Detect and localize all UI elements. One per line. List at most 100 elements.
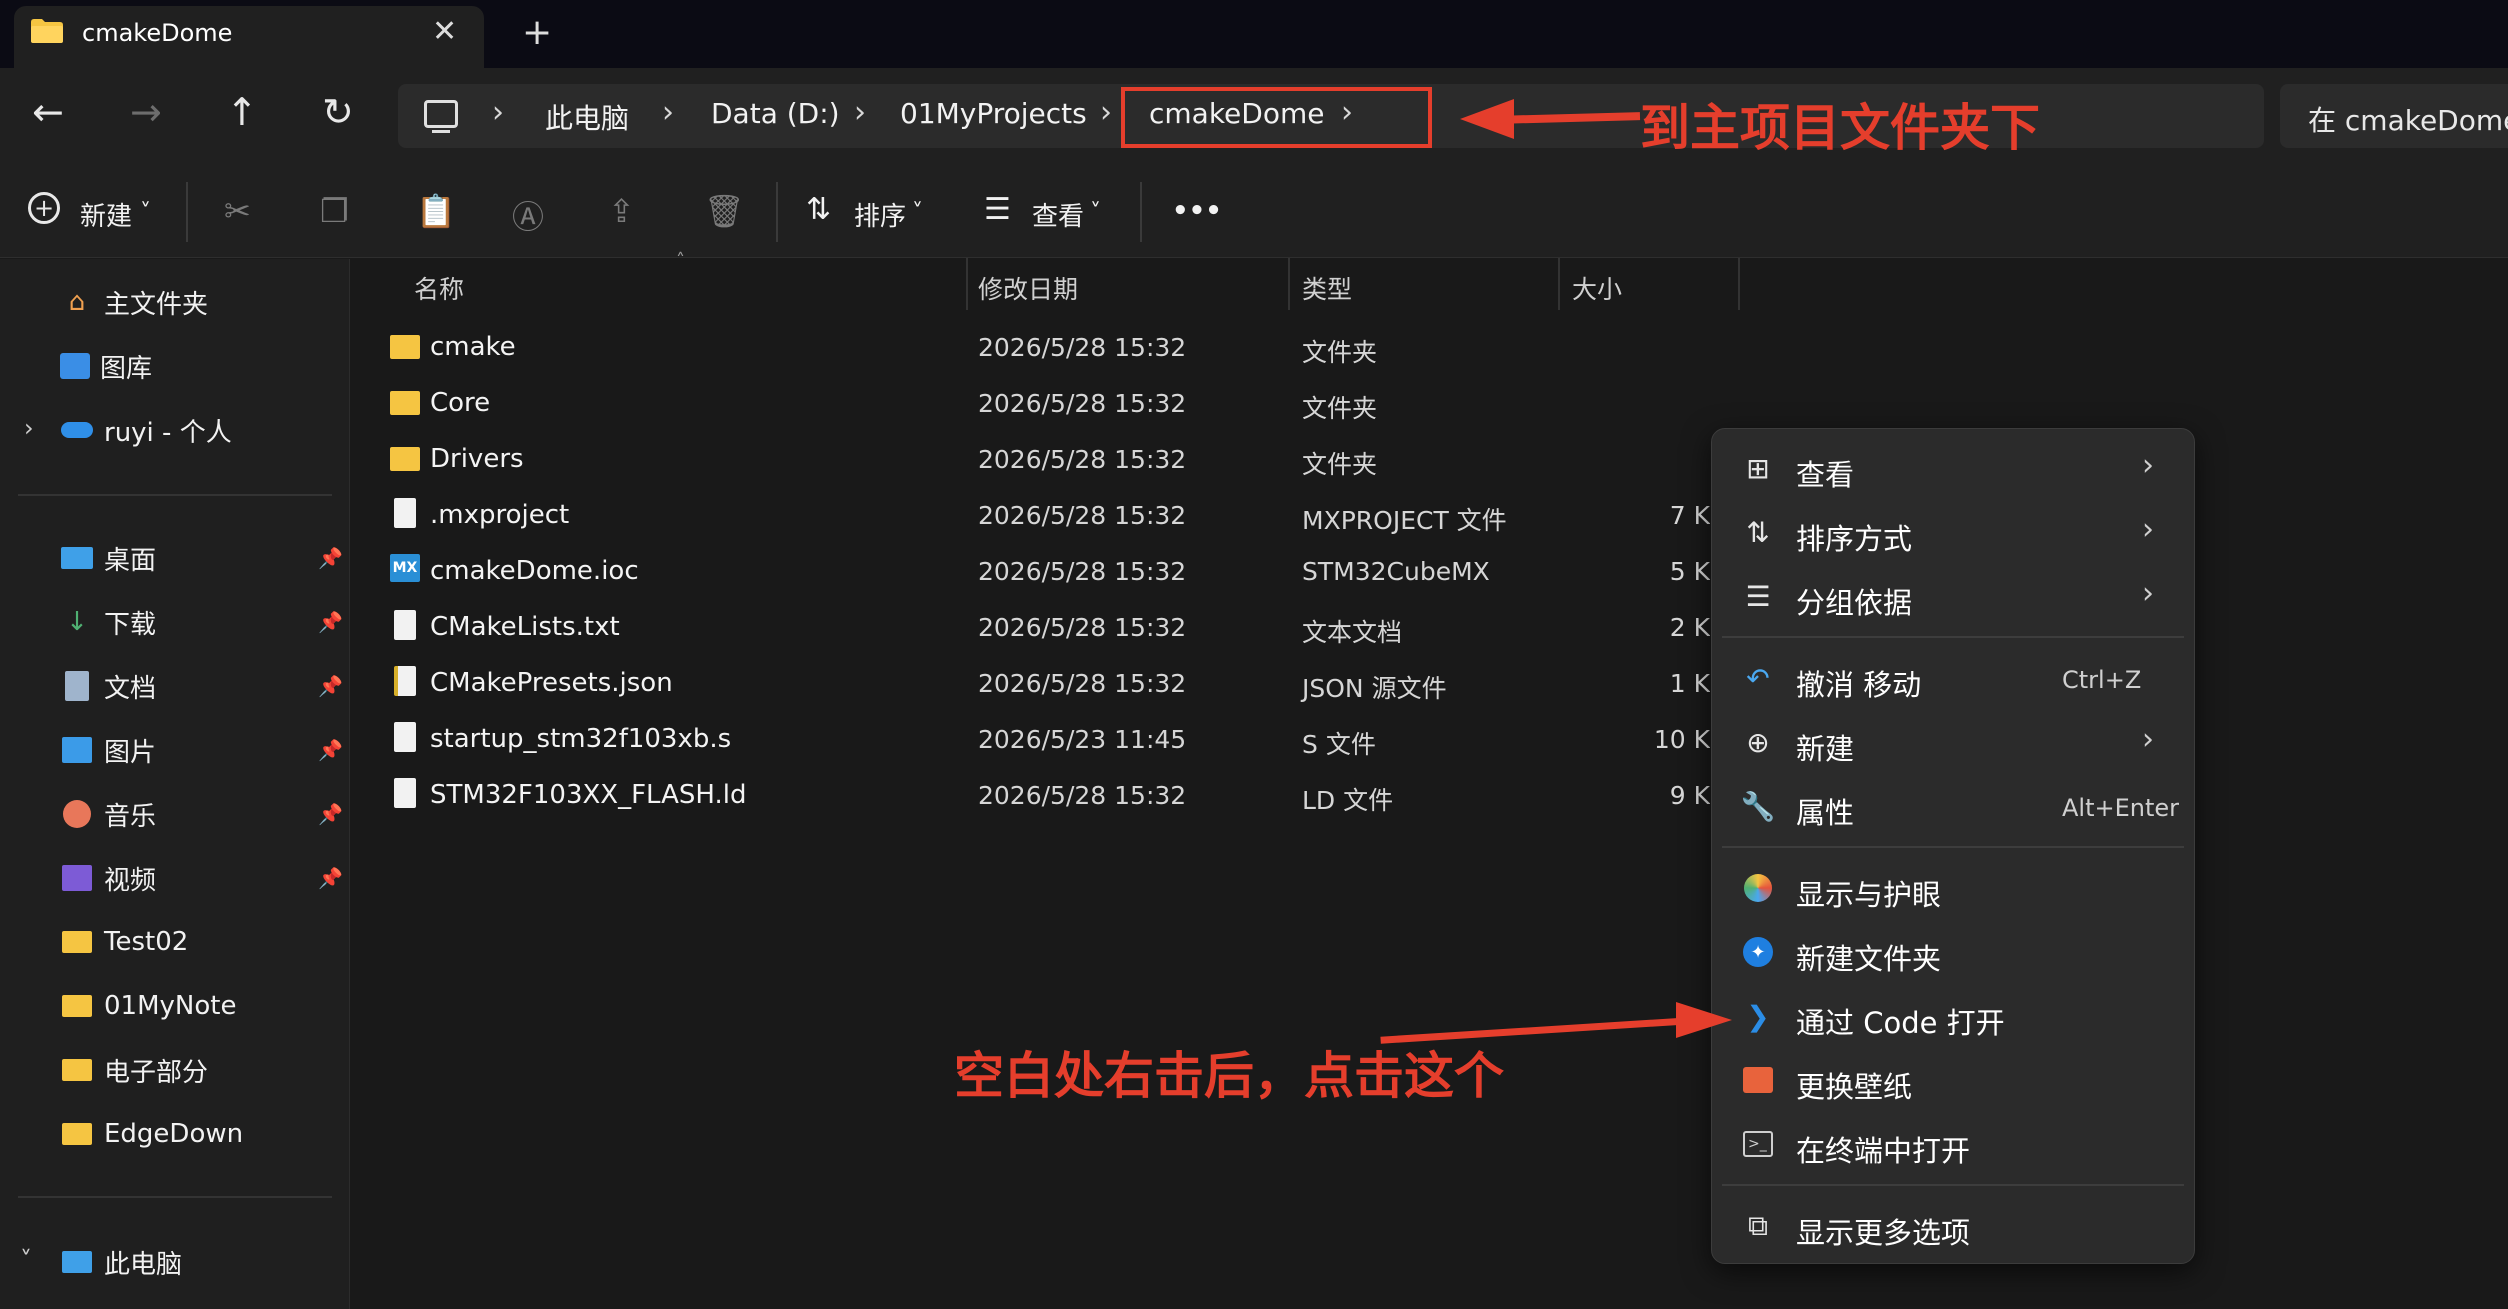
menu-item-new-folder[interactable]: 新建文件夹: [1796, 936, 1941, 978]
file-name[interactable]: cmakeDome.ioc: [430, 556, 639, 586]
file-name[interactable]: Core: [430, 388, 490, 418]
new-button[interactable]: 新建: [80, 196, 132, 233]
column-header-date[interactable]: 修改日期: [978, 270, 1078, 306]
pin-icon[interactable]: 📌: [318, 546, 343, 570]
paste-icon[interactable]: 📋: [416, 192, 456, 230]
file-size: 1 K: [1669, 669, 1710, 698]
sidebar-item-music[interactable]: 音乐: [60, 794, 156, 834]
pin-icon[interactable]: 📌: [318, 674, 343, 698]
pin-icon[interactable]: 📌: [318, 738, 343, 762]
cut-icon[interactable]: ✂: [224, 192, 251, 230]
copy-icon[interactable]: ❐: [320, 192, 349, 230]
properties-shortcut: Alt+Enter: [2062, 794, 2180, 822]
view-icon[interactable]: ☰: [984, 192, 1011, 227]
folder-icon: [60, 991, 94, 1021]
breadcrumb-data-drive[interactable]: Data (D:): [711, 97, 840, 130]
column-divider[interactable]: [1738, 258, 1740, 310]
file-name[interactable]: startup_stm32f103xb.s: [430, 724, 731, 754]
menu-item-show-more-options[interactable]: 显示更多选项: [1796, 1210, 1970, 1252]
column-header-size[interactable]: 大小: [1572, 270, 1622, 306]
new-tab-icon[interactable]: +: [522, 12, 552, 53]
plus-circle-icon[interactable]: +: [28, 192, 60, 224]
share-icon[interactable]: ⇪: [608, 192, 635, 230]
menu-item-group[interactable]: 分组依据: [1796, 580, 1912, 622]
view-button[interactable]: 查看: [1032, 196, 1084, 233]
submenu-chevron-icon[interactable]: ›: [2142, 576, 2154, 611]
delete-icon[interactable]: 🗑: [704, 192, 745, 230]
collapse-chevron-icon[interactable]: ˅: [20, 1246, 32, 1274]
sort-icon[interactable]: ⇅: [806, 192, 831, 227]
rename-icon[interactable]: Ⓐ: [512, 192, 544, 238]
pin-icon[interactable]: 📌: [318, 866, 343, 890]
column-divider[interactable]: [966, 258, 968, 310]
menu-item-change-wallpaper[interactable]: 更换壁纸: [1796, 1064, 1912, 1106]
submenu-chevron-icon[interactable]: ›: [2142, 512, 2154, 547]
sort-button[interactable]: 排序: [854, 196, 906, 233]
menu-item-new[interactable]: 新建: [1796, 726, 1854, 768]
file-name[interactable]: Drivers: [430, 444, 524, 474]
file-name[interactable]: CMakePresets.json: [430, 668, 673, 698]
file-type: 文件夹: [1302, 394, 1378, 423]
refresh-icon[interactable]: ↻: [322, 90, 354, 134]
file-date: 2026/5/28 15:32: [978, 781, 1187, 810]
file-size: 9 K: [1669, 781, 1710, 810]
menu-item-view[interactable]: 查看: [1796, 452, 1854, 494]
vscode-icon: ❯: [1746, 999, 1770, 1033]
pin-icon[interactable]: 📌: [318, 610, 343, 634]
folder-icon: [60, 927, 94, 957]
sidebar-item-home[interactable]: ⌂ 主文件夹: [60, 282, 208, 322]
menu-item-display-eye-care[interactable]: 显示与护眼: [1796, 872, 1941, 914]
breadcrumb-chevron-icon[interactable]: ›: [854, 95, 866, 130]
sidebar-item-label: Test02: [104, 927, 189, 957]
column-header-type[interactable]: 类型: [1302, 270, 1352, 306]
sidebar-item-test02[interactable]: Test02: [60, 922, 188, 962]
gallery-icon: [60, 353, 90, 379]
file-name[interactable]: STM32F103XX_FLASH.ld: [430, 780, 747, 810]
chevron-down-icon[interactable]: ˅: [1090, 200, 1101, 225]
file-type: S 文件: [1302, 730, 1376, 759]
breadcrumb-01myprojects[interactable]: 01MyProjects: [900, 97, 1087, 130]
breadcrumb-chevron-icon[interactable]: ›: [1100, 95, 1112, 130]
back-arrow-icon[interactable]: ←: [32, 90, 64, 134]
sidebar-item-downloads[interactable]: ↓ 下载: [60, 602, 156, 642]
sidebar-item-label: 此电脑: [104, 1249, 183, 1280]
breadcrumb-chevron-icon[interactable]: ›: [662, 95, 674, 130]
more-options-icon[interactable]: •••: [1172, 196, 1222, 226]
up-arrow-icon[interactable]: ↑: [226, 90, 258, 134]
file-icon: [390, 722, 420, 752]
submenu-chevron-icon[interactable]: ›: [2142, 448, 2154, 483]
menu-item-open-with-code[interactable]: 通过 Code 打开: [1796, 1000, 2005, 1042]
chevron-down-icon[interactable]: ˅: [140, 200, 151, 225]
sidebar-item-desktop[interactable]: 桌面: [60, 538, 156, 578]
file-type: STM32CubeMX: [1302, 557, 1490, 586]
menu-item-properties[interactable]: 属性: [1796, 790, 1854, 832]
sidebar-item-pictures[interactable]: 图片: [60, 730, 156, 770]
sidebar-item-edgedown[interactable]: EdgeDown: [60, 1114, 243, 1154]
column-header-name[interactable]: 名称: [414, 270, 464, 306]
breadcrumb-this-pc[interactable]: 此电脑: [545, 97, 629, 137]
submenu-chevron-icon[interactable]: ›: [2142, 722, 2154, 757]
pin-icon[interactable]: 📌: [318, 802, 343, 826]
file-type: 文本文档: [1302, 618, 1403, 647]
forward-arrow-icon[interactable]: →: [130, 90, 162, 134]
chevron-down-icon[interactable]: ˅: [912, 200, 923, 225]
column-divider[interactable]: [1288, 258, 1290, 310]
sidebar-item-onedrive[interactable]: ruyi - 个人: [60, 410, 232, 450]
sidebar-item-gallery[interactable]: 图库: [60, 346, 152, 386]
sidebar-item-electronics[interactable]: 电子部分: [60, 1050, 208, 1090]
menu-item-sort[interactable]: 排序方式: [1796, 516, 1912, 558]
menu-item-undo-move[interactable]: 撤消 移动: [1796, 662, 1921, 704]
close-tab-icon[interactable]: ✕: [432, 14, 457, 49]
sidebar-item-this-pc[interactable]: 此电脑: [60, 1242, 182, 1282]
expand-chevron-icon[interactable]: ›: [24, 414, 34, 442]
column-divider[interactable]: [1558, 258, 1560, 310]
file-name[interactable]: .mxproject: [430, 500, 569, 530]
sidebar-item-videos[interactable]: 视频: [60, 858, 156, 898]
menu-item-open-in-terminal[interactable]: 在终端中打开: [1796, 1128, 1970, 1170]
file-name[interactable]: CMakeLists.txt: [430, 612, 620, 642]
sidebar-item-01mynote[interactable]: 01MyNote: [60, 986, 236, 1026]
file-name[interactable]: cmake: [430, 332, 516, 362]
wallpaper-icon: [1740, 1062, 1776, 1098]
breadcrumb-chevron-icon[interactable]: ›: [492, 95, 504, 130]
sidebar-item-documents[interactable]: 文档: [60, 666, 156, 706]
